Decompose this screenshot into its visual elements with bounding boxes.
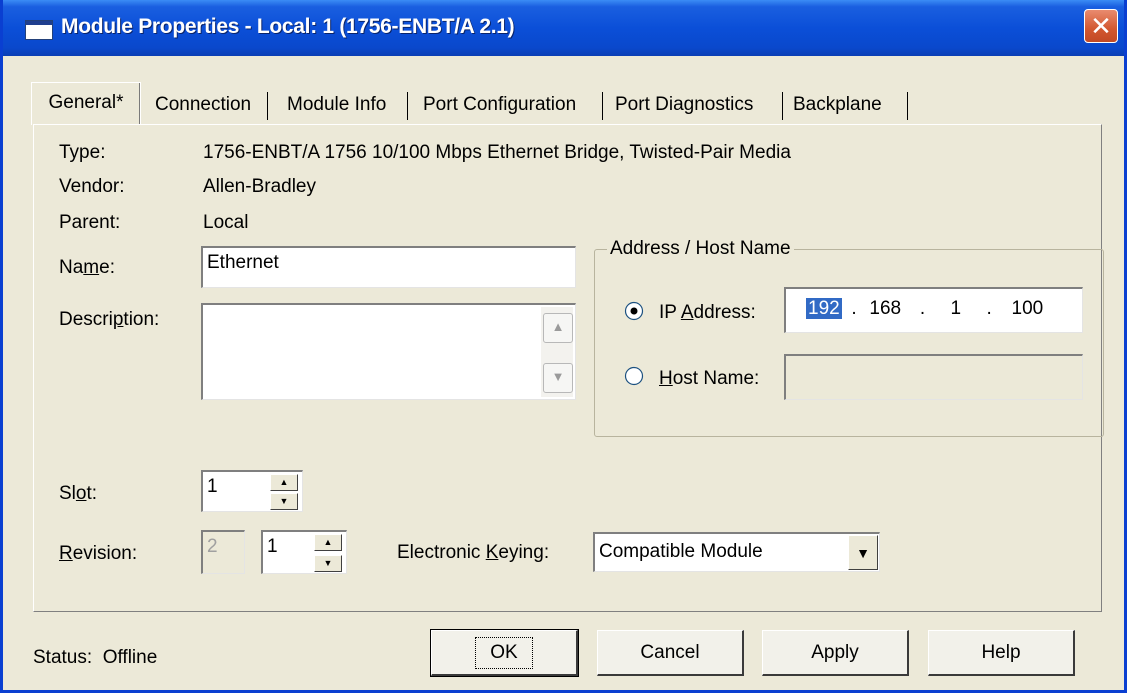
electronic-keying-select[interactable]: Compatible Module ▼ [593, 532, 880, 572]
ip-address-value: 192 . 168 . 1 . 100 [806, 298, 1047, 320]
ip-octet-3[interactable]: 1 [941, 298, 971, 320]
revision-spinner[interactable]: ▲ ▼ [314, 534, 344, 572]
description-scrollbar[interactable]: ▲ ▼ [541, 307, 573, 397]
scroll-up-icon[interactable]: ▲ [543, 313, 573, 343]
type-value: 1756-ENBT/A 1756 10/100 Mbps Ethernet Br… [203, 142, 791, 163]
ip-octet-4[interactable]: 100 [1007, 298, 1047, 320]
slot-label: Slot: [59, 483, 98, 504]
radio-selected-icon [624, 301, 644, 321]
slot-spinner[interactable]: ▲ ▼ [270, 474, 300, 510]
tab-general[interactable]: General* [31, 82, 141, 125]
host-name-radio[interactable] [624, 366, 644, 386]
scroll-down-icon[interactable]: ▼ [543, 363, 573, 393]
radio-unselected-icon [624, 366, 644, 386]
address-group [594, 249, 1104, 437]
tab-separator [782, 92, 783, 120]
help-button[interactable]: Help [928, 630, 1075, 676]
electronic-keying-label: Electronic Keying: [397, 542, 550, 563]
revision-major-value: 2 [207, 536, 218, 557]
tab-separator [907, 92, 908, 120]
status-text: Status: Offline [33, 647, 158, 668]
module-properties-dialog: Module Properties - Local: 1 (1756-ENBT/… [0, 0, 1127, 693]
spin-up-icon[interactable]: ▲ [314, 534, 342, 551]
slot-value: 1 [207, 476, 218, 497]
tab-connection[interactable]: Connection [155, 86, 251, 124]
name-label: Name: [59, 257, 115, 278]
slot-input[interactable]: 1 ▲ ▼ [201, 470, 303, 512]
ip-address-label: IP Address: [659, 302, 756, 323]
tab-port-diagnostics[interactable]: Port Diagnostics [615, 86, 753, 124]
title-bar[interactable]: Module Properties - Local: 1 (1756-ENBT/… [3, 0, 1124, 56]
tab-port-configuration[interactable]: Port Configuration [423, 86, 576, 124]
window-title: Module Properties - Local: 1 (1756-ENBT/… [61, 15, 515, 38]
tab-separator [602, 92, 603, 120]
status-value: Offline [102, 647, 158, 668]
name-input-value: Ethernet [207, 252, 279, 273]
ip-dot: . [851, 298, 857, 319]
apply-button[interactable]: Apply [762, 630, 909, 676]
description-label: Description: [59, 309, 160, 330]
ip-address-field[interactable]: 192 . 168 . 1 . 100 [784, 287, 1083, 333]
chevron-down-icon[interactable]: ▼ [848, 535, 878, 570]
ok-button[interactable]: OK [430, 629, 579, 677]
name-input[interactable]: Ethernet [201, 246, 576, 288]
close-button[interactable]: ✕ [1084, 9, 1118, 43]
parent-value: Local [203, 212, 249, 233]
cancel-button[interactable]: Cancel [597, 630, 744, 676]
ip-octet-2[interactable]: 168 [866, 298, 904, 320]
type-label: Type: [59, 142, 106, 163]
vendor-label: Vendor: [59, 176, 125, 197]
spin-down-icon[interactable]: ▼ [270, 493, 298, 510]
electronic-keying-value: Compatible Module [599, 541, 763, 562]
description-textarea[interactable]: ▲ ▼ [201, 303, 576, 400]
parent-label: Parent: [59, 212, 121, 233]
ip-address-radio[interactable] [624, 301, 644, 321]
ip-dot: . [986, 298, 992, 319]
ip-octet-1[interactable]: 192 [806, 298, 842, 319]
tab-separator [267, 92, 268, 120]
address-group-title: Address / Host Name [607, 238, 794, 260]
tab-backplane[interactable]: Backplane [793, 86, 882, 124]
tab-separator [407, 92, 408, 120]
window-icon [25, 20, 53, 40]
revision-major-field: 2 [201, 530, 245, 574]
revision-minor-input[interactable]: 1 ▲ ▼ [261, 530, 347, 574]
spin-down-icon[interactable]: ▼ [314, 555, 342, 572]
tab-module-info[interactable]: Module Info [287, 86, 386, 124]
ip-dot: . [919, 298, 926, 319]
spin-up-icon[interactable]: ▲ [270, 474, 298, 491]
host-name-field[interactable] [784, 354, 1083, 400]
vendor-value: Allen-Bradley [203, 176, 316, 197]
revision-minor-value: 1 [267, 536, 278, 557]
host-name-label: Host Name: [659, 368, 760, 389]
close-icon: ✕ [1090, 11, 1112, 41]
revision-label: Revision: [59, 543, 138, 564]
